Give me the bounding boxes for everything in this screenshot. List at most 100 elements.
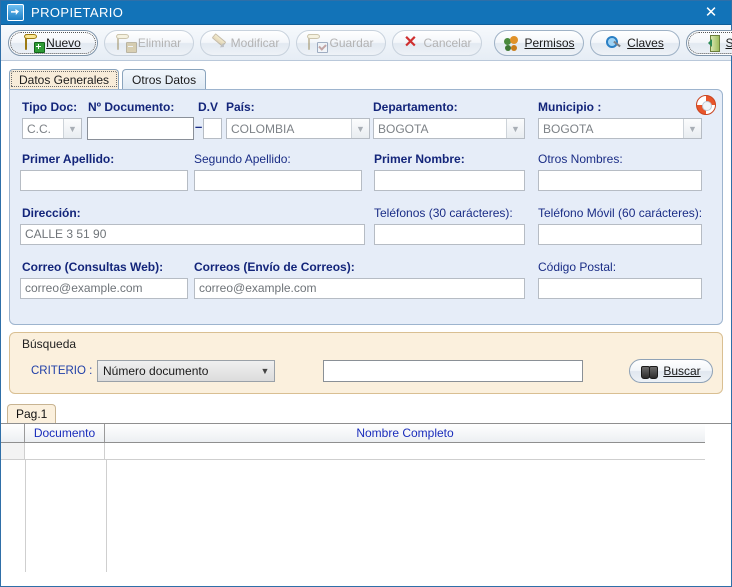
row-cell-documento	[25, 443, 105, 459]
municipio-select[interactable]: BOGOTA ▼	[538, 118, 702, 139]
page-tab-1-label: Pag.1	[16, 407, 48, 421]
delete-record-icon	[116, 33, 137, 53]
row-selector-cell[interactable]	[1, 443, 25, 459]
segundo-apellido-input[interactable]	[194, 170, 362, 191]
otros-nombres-label: Otros Nombres:	[538, 152, 623, 166]
users-icon	[503, 35, 520, 51]
new-record-icon	[25, 33, 46, 53]
form-tabstrip: Datos Generales Otros Datos	[9, 67, 731, 89]
app-icon	[7, 4, 24, 21]
salir-button[interactable]: Salir	[686, 29, 732, 56]
tab-datos-generales-label: Datos Generales	[19, 72, 110, 87]
pais-select[interactable]: COLOMBIA ▼	[226, 118, 370, 139]
busqueda-panel: Búsqueda CRITERIO : Número documento ▼ B…	[9, 332, 723, 394]
busqueda-query-input[interactable]	[323, 360, 583, 382]
telefono-movil-input[interactable]	[538, 224, 702, 245]
grid-header-nombre-completo[interactable]: Nombre Completo	[105, 424, 706, 442]
segundo-apellido-label: Segundo Apellido:	[194, 152, 291, 166]
chevron-down-icon: ▼	[351, 119, 369, 138]
primer-apellido-input[interactable]	[20, 170, 188, 191]
tipo-doc-value: C.C.	[27, 121, 51, 136]
dv-input[interactable]	[203, 118, 222, 139]
correo-consultas-input[interactable]: correo@example.com	[20, 278, 188, 299]
close-icon[interactable]: ✕	[691, 1, 731, 25]
eliminar-button-label: Eliminar	[137, 35, 182, 50]
claves-button-label: Claves	[627, 35, 664, 50]
codigo-postal-input[interactable]	[538, 278, 702, 299]
table-row[interactable]	[1, 443, 731, 460]
results-grid[interactable]: Documento Nombre Completo	[1, 423, 731, 572]
eliminar-button[interactable]: Eliminar	[104, 29, 194, 56]
primer-nombre-input[interactable]	[374, 170, 525, 191]
tipo-doc-select[interactable]: C.C. ▼	[22, 118, 82, 139]
telefonos-label: Teléfonos (30 carácteres):	[374, 206, 513, 220]
telefonos-input[interactable]	[374, 224, 525, 245]
save-record-icon	[308, 33, 329, 53]
modificar-button[interactable]: Modificar	[200, 29, 290, 56]
busqueda-title: Búsqueda	[22, 337, 77, 351]
pais-label: País:	[226, 100, 255, 114]
row-cell-nombre-completo	[105, 443, 706, 459]
window-titlebar: PROPIETARIO ✕	[1, 1, 731, 25]
direccion-label: Dirección:	[22, 206, 81, 220]
correos-envio-label: Correos (Envío de Correos):	[194, 260, 355, 274]
tab-datos-generales[interactable]: Datos Generales	[9, 69, 120, 89]
guardar-button[interactable]: Guardar	[296, 29, 386, 56]
grid-right-margin	[705, 424, 731, 572]
tab-otros-datos[interactable]: Otros Datos	[122, 69, 207, 89]
buscar-button-label: Buscar	[663, 364, 701, 378]
life-ring-help-icon[interactable]	[696, 95, 716, 115]
nuevo-button-label: Nuevo	[46, 35, 81, 50]
primer-nombre-label: Primer Nombre:	[374, 152, 465, 166]
claves-button[interactable]: Claves	[590, 29, 680, 56]
grid-header-documento[interactable]: Documento	[25, 424, 105, 442]
results-grid-header: Documento Nombre Completo	[1, 424, 731, 443]
direccion-input[interactable]: CALLE 3 51 90	[20, 224, 365, 245]
correos-envio-input[interactable]: correo@example.com	[194, 278, 525, 299]
telefono-movil-label: Teléfono Móvil (60 carácteres):	[538, 206, 703, 220]
edit-pencil-icon	[211, 35, 226, 50]
chevron-down-icon: ▼	[683, 119, 701, 138]
numero-documento-input[interactable]	[88, 118, 193, 139]
permisos-button[interactable]: Permisos	[494, 29, 584, 56]
main-toolbar: Nuevo Eliminar Modificar Guardar ✕ Cance…	[1, 25, 732, 61]
guardar-button-label: Guardar	[329, 35, 374, 50]
grid-empty-corner	[1, 460, 26, 572]
key-icon	[606, 35, 622, 51]
criterio-label: CRITERIO :	[31, 365, 93, 377]
grid-corner-header	[1, 424, 25, 442]
buscar-button[interactable]: Buscar	[629, 359, 713, 383]
salir-button-label: Salir	[725, 35, 732, 50]
binoculars-icon	[641, 364, 659, 379]
exit-door-icon	[704, 34, 721, 52]
municipio-value: BOGOTA	[543, 121, 594, 136]
datos-generales-panel: Tipo Doc: C.C. ▼ Nº Documento: – D.V Paí…	[9, 89, 723, 325]
modificar-button-label: Modificar	[230, 35, 280, 50]
departamento-value: BOGOTA	[378, 121, 429, 136]
tab-otros-datos-label: Otros Datos	[132, 72, 197, 87]
results-page-tabstrip: Pag.1	[7, 403, 731, 423]
cancel-x-icon: ✕	[403, 33, 418, 51]
grid-empty-documento	[26, 460, 107, 572]
grid-empty-nombre	[107, 460, 709, 572]
codigo-postal-label: Código Postal:	[538, 260, 617, 274]
pais-value: COLOMBIA	[231, 121, 295, 136]
criterio-select[interactable]: Número documento ▼	[97, 360, 275, 382]
departamento-label: Departamento:	[373, 100, 458, 114]
otros-nombres-input[interactable]	[538, 170, 702, 191]
results-grid-empty-area	[1, 460, 731, 572]
departamento-select[interactable]: BOGOTA ▼	[373, 118, 525, 139]
chevron-down-icon: ▼	[260, 366, 270, 376]
cancelar-button-label: Cancelar	[423, 35, 472, 50]
permisos-button-label: Permisos	[524, 35, 575, 50]
primer-apellido-label: Primer Apellido:	[22, 152, 115, 166]
correo-consultas-label: Correo (Consultas Web):	[22, 260, 164, 274]
propietario-window: PROPIETARIO ✕ Nuevo Eliminar Modificar G…	[0, 0, 732, 587]
window-title: PROPIETARIO	[31, 5, 124, 20]
cancelar-button[interactable]: ✕ Cancelar	[392, 29, 482, 56]
nuevo-button[interactable]: Nuevo	[8, 29, 98, 56]
municipio-label: Municipio :	[538, 100, 602, 114]
chevron-down-icon: ▼	[506, 119, 524, 138]
page-tab-1[interactable]: Pag.1	[7, 404, 57, 423]
chevron-down-icon: ▼	[63, 119, 81, 138]
